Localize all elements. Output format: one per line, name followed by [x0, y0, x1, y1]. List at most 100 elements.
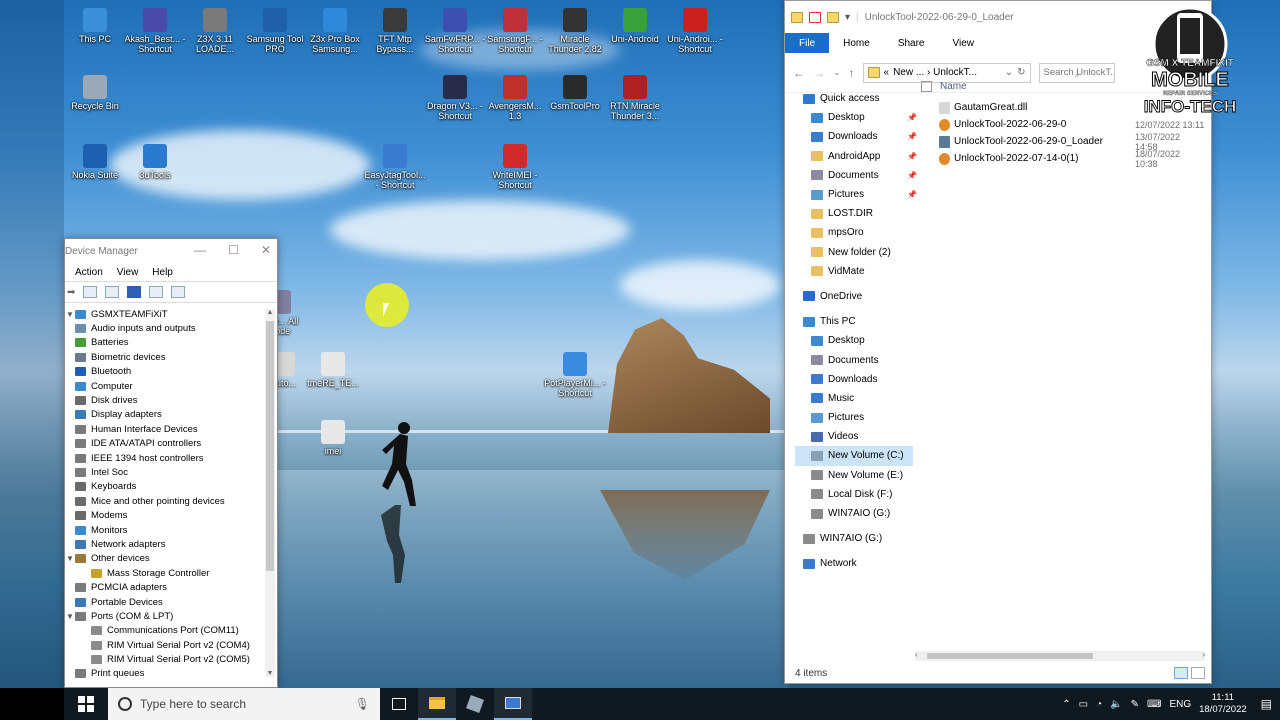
desktop-shortcut[interactable]: RTN Miracle Thunder 3... [604, 75, 666, 121]
nav-item[interactable]: Desktop 📌 [795, 108, 917, 127]
device-category[interactable]: Modems [65, 508, 265, 522]
nav-item[interactable]: Network [795, 554, 913, 573]
network-icon[interactable]: ◔ [1096, 699, 1102, 710]
scan-hardware-icon[interactable] [171, 286, 186, 298]
device-category[interactable]: Display adapters [65, 408, 265, 422]
device-category[interactable]: Portable Devices [65, 595, 265, 609]
menu-action[interactable]: Action [75, 267, 103, 278]
desktop-shortcut[interactable]: Uni-Android [604, 8, 666, 44]
desktop-shortcut[interactable]: Z3X 3.11 LOADE... [184, 8, 246, 54]
minimize-icon[interactable]: — [194, 243, 206, 257]
pen-icon[interactable]: ✎ [1131, 699, 1139, 710]
nav-item[interactable]: Pictures [795, 408, 913, 427]
nav-item[interactable]: LOST.DIR [795, 204, 913, 223]
desktop-shortcut[interactable]: WriteIMEI - Shortcut [484, 144, 546, 190]
nav-item[interactable]: Music [795, 389, 913, 408]
desktop-shortcut[interactable]: AvengersM... 1.3 [484, 75, 546, 121]
device-category[interactable]: Batteries [65, 336, 265, 350]
desktop-shortcut[interactable]: tmeRE_TE... [302, 352, 364, 388]
tab-share[interactable]: Share [884, 33, 939, 53]
forward-icon[interactable]: ➡ [67, 287, 75, 298]
device-category[interactable]: Monitors [65, 523, 265, 537]
nav-item[interactable]: VidMate [795, 262, 913, 281]
file-row[interactable]: UnlockTool-2022-06-29-0 12/07/2022 13:11 [915, 116, 1205, 133]
desktop-shortcut[interactable]: Akash_Best... - Shortcut [124, 8, 186, 54]
notifications-icon[interactable]: ▤ [1255, 697, 1272, 711]
scrollbar-thumb[interactable] [927, 653, 1093, 659]
nav-item[interactable]: Videos [795, 427, 913, 446]
device-category[interactable]: Biometric devices [65, 350, 265, 364]
chevron-down-icon[interactable]: ⌄ [833, 67, 841, 78]
nav-item[interactable]: Pictures 📌 [795, 185, 917, 204]
chevron-up-icon[interactable]: ⌃ [1062, 699, 1070, 710]
desktop-shortcut[interactable]: PotPlayerMi... - Shortcut [544, 352, 606, 398]
menu-view[interactable]: View [117, 267, 139, 278]
nav-item[interactable]: WIN7AIO (G:) [795, 529, 913, 548]
nav-item[interactable]: AndroidApp 📌 [795, 147, 917, 166]
language-indicator[interactable]: ENG [1169, 699, 1191, 710]
microphone-icon[interactable]: 🎙 [355, 697, 370, 711]
desktop-shortcut[interactable]: Nokia Suite [64, 144, 126, 180]
desktop-shortcut[interactable]: GsmToolPro [544, 75, 606, 111]
device-category[interactable]: RIM Virtual Serial Port v2 (COM4) [65, 638, 265, 652]
close-icon[interactable]: ✕ [261, 243, 271, 257]
chevron-down-icon[interactable]: ▼ [65, 310, 75, 319]
device-category[interactable]: Audio inputs and outputs [65, 321, 265, 335]
desktop-shortcut[interactable]: Recycle Bin [64, 75, 126, 111]
device-category[interactable]: Bluetooth [65, 365, 265, 379]
horizontal-scrollbar[interactable]: ‹ › [915, 650, 1205, 661]
taskbar-device-manager[interactable] [494, 688, 532, 720]
back-arrow-icon[interactable]: ← [793, 66, 805, 80]
nav-item[interactable]: This PC [795, 312, 913, 331]
file-row[interactable]: UnlockTool-2022-06-29-0_Loader 13/07/2022… [915, 132, 1205, 152]
scroll-up-icon[interactable]: ▲ [265, 309, 275, 316]
column-header-name[interactable]: Name [940, 81, 967, 92]
tab-file[interactable]: File [785, 33, 830, 53]
device-category[interactable]: Human Interface Devices [65, 422, 265, 436]
desktop-shortcut[interactable]: Uni-Androi... - Shortcut [664, 8, 726, 54]
keyboard-icon[interactable]: ⌨ [1147, 699, 1161, 710]
nav-item[interactable]: Quick access [795, 89, 913, 108]
chevron-down-icon[interactable]: ▾ [845, 12, 850, 23]
device-category[interactable]: ▼ Other devices [65, 552, 265, 566]
nav-item[interactable]: Local Disk (F:) [795, 485, 913, 504]
up-arrow-icon[interactable]: ↑ [849, 66, 855, 80]
details-view-icon[interactable] [1174, 667, 1188, 679]
nav-item[interactable]: New Volume (E:) [795, 466, 913, 485]
update-driver-icon[interactable] [149, 286, 164, 298]
scroll-left-icon[interactable]: ‹ [915, 650, 918, 659]
desktop-shortcut[interactable]: Z3x Pro Box Samsung... [304, 8, 366, 54]
desktop-shortcut[interactable]: SamsungF... - Shortcut [484, 8, 546, 54]
volume-icon[interactable]: 🔈 [1110, 699, 1122, 710]
desktop-shortcut[interactable]: TFT Mtp Bypass... [364, 8, 426, 54]
taskbar-search[interactable]: Type here to search 🎙 [108, 688, 380, 720]
forward-arrow-icon[interactable]: → [813, 66, 825, 80]
nav-item[interactable]: Downloads 📌 [795, 127, 917, 146]
grid-icon[interactable] [105, 286, 120, 298]
start-button[interactable] [64, 688, 108, 720]
desktop-shortcut[interactable]: Samsung Tool PRO [244, 8, 306, 54]
desktop-shortcut[interactable]: EasyJtagTool... - Shortcut [364, 144, 426, 190]
desktop-shortcut[interactable]: This PC [64, 8, 126, 44]
new-folder-icon[interactable] [827, 11, 839, 23]
select-all-checkbox[interactable] [921, 80, 932, 92]
device-category[interactable]: Intel Soc [65, 465, 265, 479]
chevron-down-icon[interactable]: ▼ [65, 612, 75, 621]
device-category[interactable]: RIM Virtual Serial Port v2 (COM5) [65, 652, 265, 666]
taskbar-app-tool[interactable] [456, 688, 494, 720]
device-category[interactable]: Computer [65, 379, 265, 393]
nav-item[interactable]: New folder (2) [795, 243, 913, 262]
desktop-shortcut[interactable]: SamFwFRP... - Shortcut [424, 8, 486, 54]
device-category[interactable]: IDE ATA/ATAPI controllers [65, 437, 265, 451]
properties-icon[interactable] [809, 11, 821, 23]
tab-home[interactable]: Home [829, 33, 884, 53]
help-icon[interactable] [127, 286, 142, 298]
large-icons-view-icon[interactable] [1191, 667, 1205, 679]
tree-root[interactable]: ▼ GSMXTEAMFiXiT [65, 307, 265, 321]
nav-item[interactable]: Documents [795, 350, 913, 369]
desktop-shortcut[interactable]: 3uTools [124, 144, 186, 180]
nav-item[interactable]: Downloads [795, 370, 913, 389]
device-tree-scrollbar[interactable]: ▲ ▼ [265, 309, 275, 677]
menu-help[interactable]: Help [152, 267, 173, 278]
nav-item[interactable]: New Volume (C:) [795, 446, 913, 466]
